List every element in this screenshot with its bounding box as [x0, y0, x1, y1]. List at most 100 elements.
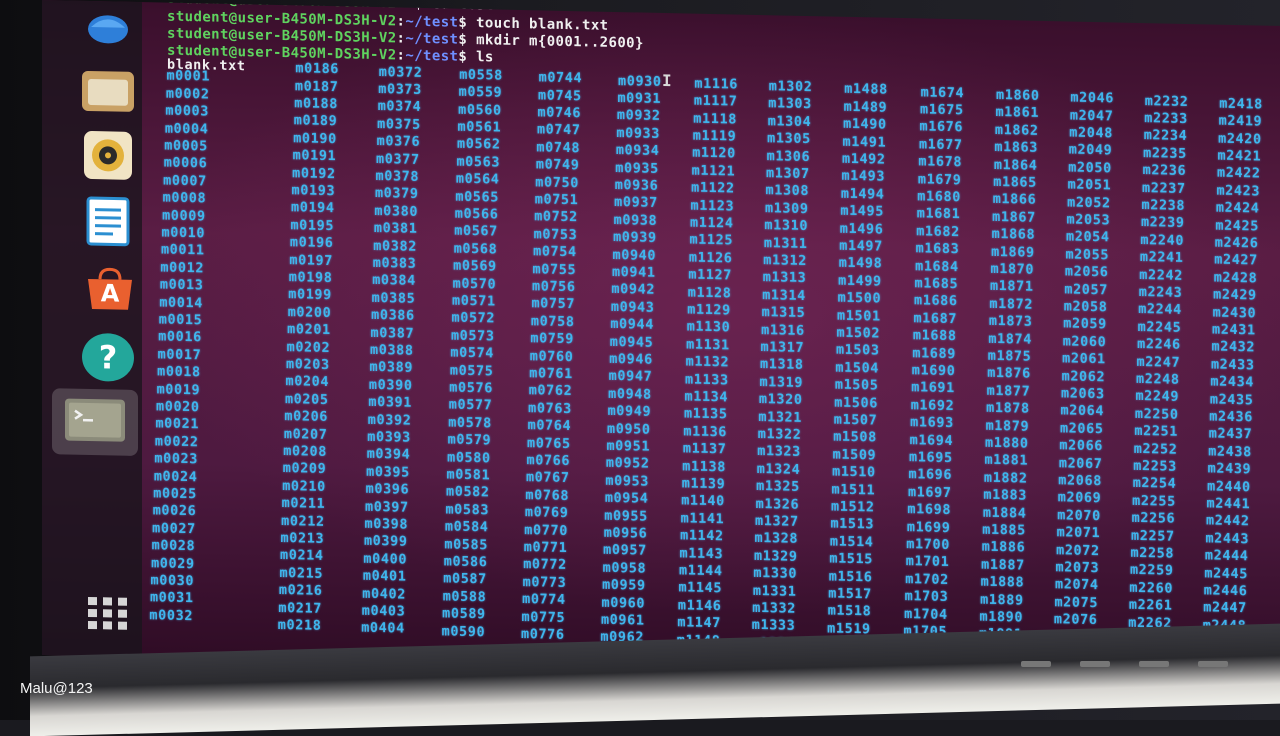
thunderbird-launcher[interactable] — [82, 1, 134, 54]
prompt-path: ~/test — [405, 47, 459, 65]
ls-entry-directory: m0029 — [151, 554, 195, 572]
ls-entry-directory: m0934 — [615, 142, 660, 160]
ls-entry-directory: m0390 — [368, 376, 413, 394]
ls-entry-directory: m1137 — [682, 440, 727, 458]
ls-entry-directory: m2062 — [1061, 368, 1106, 385]
ls-entry-directory: m2058 — [1063, 298, 1108, 316]
ls-entry-directory: m2437 — [1208, 425, 1253, 443]
ls-entry-directory: m2251 — [1134, 423, 1178, 440]
ls-entry-directory: m2252 — [1133, 440, 1178, 458]
ls-entry-directory: m0001 — [166, 67, 211, 85]
monitor-button[interactable] — [1020, 661, 1051, 667]
ls-entry-directory: m0930 — [618, 72, 662, 90]
help-launcher[interactable]: ? — [82, 331, 134, 384]
ls-entry-directory: m1331 — [752, 582, 797, 600]
ls-entry-directory: m0377 — [376, 150, 420, 168]
ls-entry-directory: m1145 — [678, 579, 723, 597]
ls-entry-directory: m0765 — [527, 434, 571, 452]
monitor-button[interactable] — [1138, 661, 1169, 667]
ls-entry-directory: m0771 — [523, 539, 568, 556]
ls-entry-directory: m0955 — [604, 507, 648, 525]
ls-entry-directory: m2063 — [1061, 385, 1105, 403]
ls-entry-directory: m0021 — [155, 415, 200, 433]
ls-entry-directory: m2245 — [1137, 318, 1182, 336]
ls-entry-directory: m0201 — [287, 321, 331, 339]
ls-entry-directory: m1679 — [917, 171, 962, 188]
ls-entry-directory: m0393 — [367, 428, 411, 446]
files-launcher[interactable] — [82, 67, 134, 120]
ls-entry-directory: m1515 — [829, 550, 873, 568]
ls-entry-directory: m2249 — [1135, 388, 1180, 406]
ls-entry-directory: m0747 — [536, 121, 581, 139]
ls-entry-directory: m1309 — [764, 200, 809, 217]
ls-entry-directory: m1685 — [914, 275, 959, 293]
ls-entry-directory: m0583 — [445, 501, 490, 519]
ls-entry-directory: m0383 — [372, 254, 417, 272]
ls-entry-directory: m0576 — [449, 379, 493, 397]
ls-entry-directory: m1695 — [909, 449, 953, 467]
ls-entry-directory: m0392 — [367, 411, 412, 429]
ls-entry-directory: m1703 — [904, 588, 949, 606]
ls-entry-directory: m0761 — [529, 365, 573, 383]
ls-entry-directory: m1143 — [679, 544, 724, 562]
ls-entry-directory: m2255 — [1132, 492, 1176, 510]
ls-entry-directory: m2420 — [1218, 130, 1262, 148]
ls-entry-directory: m0030 — [150, 572, 195, 590]
writer-launcher[interactable] — [82, 196, 134, 251]
libreoffice-writer-icon — [86, 196, 130, 251]
ls-entry-directory: m0401 — [362, 567, 407, 585]
ls-entry-directory: m1133 — [685, 371, 729, 388]
ls-entry-directory: m1691 — [911, 379, 955, 397]
ls-entry-directory: m1325 — [756, 478, 800, 496]
ls-entry-directory: m0560 — [458, 101, 502, 119]
monitor-button[interactable] — [1198, 661, 1228, 667]
ls-entry-directory: m0744 — [538, 69, 583, 87]
ls-entry-directory: m2426 — [1214, 234, 1259, 252]
ls-entry-directory: m0943 — [610, 298, 655, 316]
ls-entry-directory: m1680 — [917, 188, 961, 206]
ls-entry-directory: m0579 — [447, 431, 492, 449]
ls-entry-directory: m1870 — [990, 260, 1035, 278]
ls-entry-directory: m0561 — [457, 118, 502, 136]
ls-entry-directory: m2051 — [1067, 176, 1112, 194]
ls-entry-directory: m1506 — [834, 394, 878, 412]
monitor-button[interactable] — [1079, 661, 1110, 667]
ls-entry-directory: m1116 — [694, 75, 739, 93]
ls-entry-directory: m0748 — [536, 139, 581, 157]
ls-entry-directory: m2430 — [1212, 304, 1257, 322]
ls-entry-directory: m1865 — [993, 173, 1037, 191]
ls-entry-directory: m2055 — [1065, 246, 1110, 264]
ls-entry-directory: m0584 — [444, 518, 489, 536]
ls-entry-directory: m0013 — [159, 276, 204, 294]
ls-entry-directory: m0762 — [528, 382, 573, 400]
terminal-window[interactable]: student@user-B450M-DS3H-V2:~$ cd test st… — [142, 0, 1280, 681]
ls-entry-directory: m2072 — [1056, 541, 1100, 559]
monitor-buttons — [1009, 652, 1240, 671]
ls-entry-directory: m1681 — [916, 205, 961, 223]
ls-entry-directory: m1860 — [996, 86, 1040, 104]
terminal-icon — [63, 396, 127, 447]
ls-entry-directory: m1686 — [914, 292, 958, 310]
ls-entry-directory: m1675 — [920, 101, 964, 119]
show-applications-button[interactable] — [82, 589, 134, 642]
terminal-launcher[interactable] — [52, 388, 138, 457]
ls-entry-directory: m1702 — [905, 570, 949, 588]
rhythmbox-launcher[interactable] — [82, 131, 134, 184]
ls-entry-directory: m0587 — [443, 570, 487, 588]
ls-entry-directory: m1122 — [691, 179, 735, 197]
ls-entry-directory: m0028 — [151, 537, 196, 555]
ls-entry-directory: m0194 — [291, 199, 335, 217]
software-center-launcher[interactable]: A — [82, 263, 134, 316]
ls-entry-directory: m2435 — [1209, 391, 1254, 409]
ls-entry-directory: m0382 — [373, 237, 417, 255]
ls-entry-directory: m0745 — [538, 86, 582, 104]
ls-entry-directory: m0026 — [152, 502, 197, 520]
ls-entry-directory: m0580 — [447, 449, 491, 467]
store-glyph: A — [100, 279, 120, 308]
ls-entry-directory: m0023 — [154, 450, 198, 468]
ls-entry-directory: m0031 — [149, 589, 194, 607]
ls-entry-directory: m1701 — [905, 553, 950, 571]
ls-entry-directory: m0014 — [159, 294, 203, 311]
ls-entry-directory: m0197 — [289, 251, 333, 269]
ls-entry-directory: m0953 — [605, 472, 649, 490]
